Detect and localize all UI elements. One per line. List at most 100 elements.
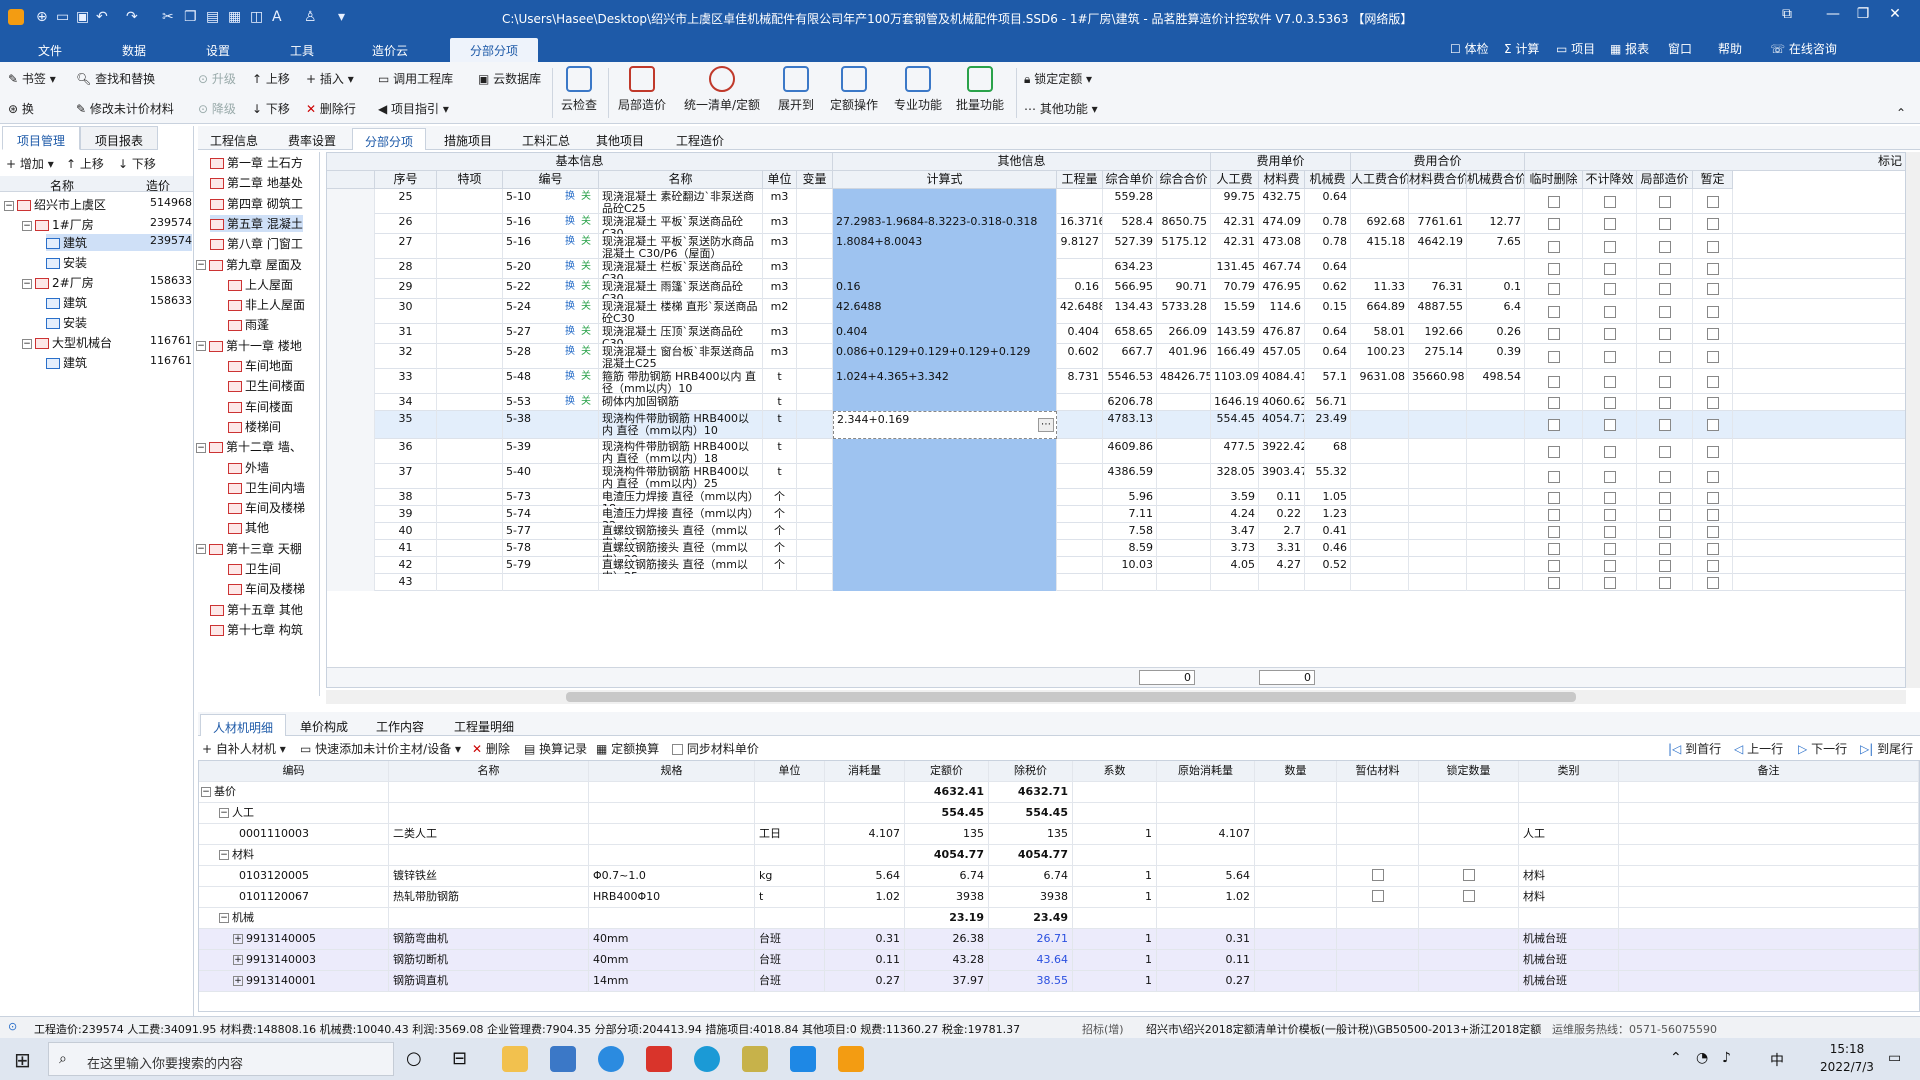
- col-header[interactable]: 机械费合价: [1467, 171, 1525, 189]
- menu-data[interactable]: 数据: [122, 42, 146, 59]
- col-header[interactable]: 材料费: [1259, 171, 1305, 189]
- browser-icon[interactable]: [598, 1046, 624, 1072]
- next-row-button[interactable]: ▷ 下一行: [1798, 740, 1847, 757]
- resource-row[interactable]: 0001110003 二类人工 工日 4.107 135 135 1 4.107 人工: [199, 824, 1919, 845]
- mark-checkbox[interactable]: [1547, 396, 1560, 409]
- mark-checkbox[interactable]: [1658, 508, 1671, 521]
- cell-name[interactable]: 现浇混凝土 素砼翻边`非泵送商品砼C25: [599, 189, 763, 214]
- cell-qty[interactable]: 0.602: [1057, 344, 1103, 369]
- cell-unit[interactable]: m3: [763, 259, 797, 279]
- swap-tag-icon[interactable]: 换: [565, 346, 575, 358]
- menu-cloud[interactable]: 造价云: [372, 42, 408, 59]
- mark-checkbox-cell[interactable]: [1525, 464, 1583, 489]
- mark-checkbox[interactable]: [1658, 491, 1671, 504]
- tray-up-icon[interactable]: ⌃: [1670, 1050, 1682, 1066]
- left-move-down-button[interactable]: ↓ 下移: [118, 155, 156, 172]
- cell-formula[interactable]: 1.8084+8.0043: [833, 234, 1057, 259]
- tab-resource-detail[interactable]: 人材机明细: [200, 714, 287, 736]
- mark-checkbox-cell[interactable]: [1693, 259, 1733, 279]
- tab-other-items[interactable]: 其他项目: [584, 128, 656, 150]
- mark-checkbox-cell[interactable]: [1637, 259, 1693, 279]
- resource-cell[interactable]: [1419, 887, 1519, 908]
- mark-checkbox-cell[interactable]: [1693, 506, 1733, 523]
- cell-labor[interactable]: [1211, 574, 1259, 591]
- notification-icon[interactable]: ▭: [1888, 1050, 1901, 1066]
- cell-labor[interactable]: 554.45: [1211, 411, 1259, 439]
- col-header[interactable]: 综合单价: [1103, 171, 1157, 189]
- cell-unit[interactable]: m3: [763, 234, 797, 259]
- mark-checkbox-cell[interactable]: [1583, 214, 1637, 234]
- mark-checkbox-cell[interactable]: [1525, 299, 1583, 324]
- related-tag-icon[interactable]: 关: [581, 301, 591, 313]
- tab-project-mgmt[interactable]: 项目管理: [2, 126, 81, 150]
- tab-project-report[interactable]: 项目报表: [80, 126, 159, 150]
- cell-machine[interactable]: 0.64: [1305, 189, 1351, 214]
- tab-qty-detail[interactable]: 工程量明细: [442, 714, 526, 736]
- task-view-icon[interactable]: ⊟: [452, 1048, 467, 1069]
- tree-node-building2-install[interactable]: 安装: [46, 314, 87, 331]
- cell-special[interactable]: [437, 299, 503, 324]
- chapter-node[interactable]: 卫生间内墙: [228, 479, 305, 496]
- cell-code[interactable]: 5-16 换关: [503, 234, 599, 259]
- network-icon[interactable]: ◔: [1696, 1050, 1708, 1066]
- mark-checkbox[interactable]: [1706, 305, 1719, 318]
- cell-var[interactable]: [797, 557, 833, 574]
- provisional-checkbox[interactable]: [1371, 890, 1384, 902]
- tree-node-building1[interactable]: −1#厂房: [22, 216, 94, 233]
- resource-row[interactable]: − 基价 4632.41 4632.71: [199, 782, 1919, 803]
- cell-total[interactable]: 266.09: [1157, 324, 1211, 344]
- resource-col-header[interactable]: 规格: [589, 761, 755, 782]
- table-row[interactable]: 32 5-28 换关现浇混凝土 窗台板`非泵送商品混凝土C25 m3 0.086+0.1…: [327, 344, 1905, 369]
- cell-special[interactable]: [437, 540, 503, 557]
- cell-machine-total[interactable]: [1467, 489, 1525, 506]
- cell-unit-price[interactable]: 8.59: [1103, 540, 1157, 557]
- maximize-button[interactable]: ❐: [1848, 6, 1878, 22]
- cell-special[interactable]: [437, 324, 503, 344]
- row-handle[interactable]: [327, 489, 375, 506]
- cell-material[interactable]: 0.11: [1259, 489, 1305, 506]
- mark-checkbox-cell[interactable]: [1637, 324, 1693, 344]
- col-header[interactable]: 名称: [599, 171, 763, 189]
- mark-checkbox[interactable]: [1603, 542, 1616, 555]
- collapse-icon[interactable]: −: [196, 260, 206, 270]
- cell-unit-price[interactable]: 559.28: [1103, 189, 1157, 214]
- mark-checkbox[interactable]: [1706, 576, 1719, 589]
- redo-icon[interactable]: ↷: [126, 9, 138, 25]
- mark-checkbox-cell[interactable]: [1693, 557, 1733, 574]
- mark-checkbox-cell[interactable]: [1583, 464, 1637, 489]
- chapter-node[interactable]: 车间楼面: [228, 398, 293, 415]
- other-func-button[interactable]: ⋯ 其他功能 ▾: [1024, 100, 1098, 117]
- mark-checkbox-cell[interactable]: [1637, 344, 1693, 369]
- row-handle[interactable]: [327, 189, 375, 214]
- mark-checkbox[interactable]: [1706, 470, 1719, 483]
- cell-code[interactable]: 5-39: [503, 439, 599, 464]
- cell-var[interactable]: [797, 299, 833, 324]
- mark-checkbox-cell[interactable]: [1637, 214, 1693, 234]
- clock-time[interactable]: 15:18: [1812, 1042, 1882, 1056]
- chapter-node[interactable]: 外墙: [228, 459, 269, 476]
- tab-materials[interactable]: 工料汇总: [510, 128, 582, 150]
- qa-dropdown-icon[interactable]: ▾: [338, 9, 345, 25]
- tab-fbfx[interactable]: 分部分项: [352, 128, 427, 150]
- cell-material-total[interactable]: 7761.61: [1409, 214, 1467, 234]
- mark-checkbox-cell[interactable]: [1525, 279, 1583, 299]
- col-header[interactable]: 计算式: [833, 171, 1057, 189]
- resource-row[interactable]: +9913140003 钢筋切断机 40mm 台班 0.11 43.28 43.64 1 0.1…: [199, 950, 1919, 971]
- mark-checkbox[interactable]: [1547, 445, 1560, 458]
- mark-checkbox[interactable]: [1547, 283, 1560, 295]
- resource-col-header[interactable]: 数量: [1255, 761, 1337, 782]
- cell-machine-total[interactable]: [1467, 574, 1525, 591]
- cell-labor[interactable]: 42.31: [1211, 234, 1259, 259]
- cell-special[interactable]: [437, 344, 503, 369]
- mark-checkbox-cell[interactable]: [1583, 189, 1637, 214]
- cell-unit[interactable]: m3: [763, 214, 797, 234]
- chapter-node[interactable]: 车间地面: [228, 357, 293, 374]
- cell-material-total[interactable]: [1409, 540, 1467, 557]
- cell-formula[interactable]: 2.344+0.169 ⋯: [833, 411, 1057, 439]
- cell-name[interactable]: 直螺纹钢筋接头 直径（mm以内）20: [599, 540, 763, 557]
- cell-total[interactable]: 5175.12: [1157, 234, 1211, 259]
- mark-checkbox-cell[interactable]: [1583, 506, 1637, 523]
- cell-machine[interactable]: 0.64: [1305, 324, 1351, 344]
- chapter-node[interactable]: 车间及楼梯: [228, 580, 305, 597]
- partial-cost-button[interactable]: 局部造价: [614, 66, 670, 113]
